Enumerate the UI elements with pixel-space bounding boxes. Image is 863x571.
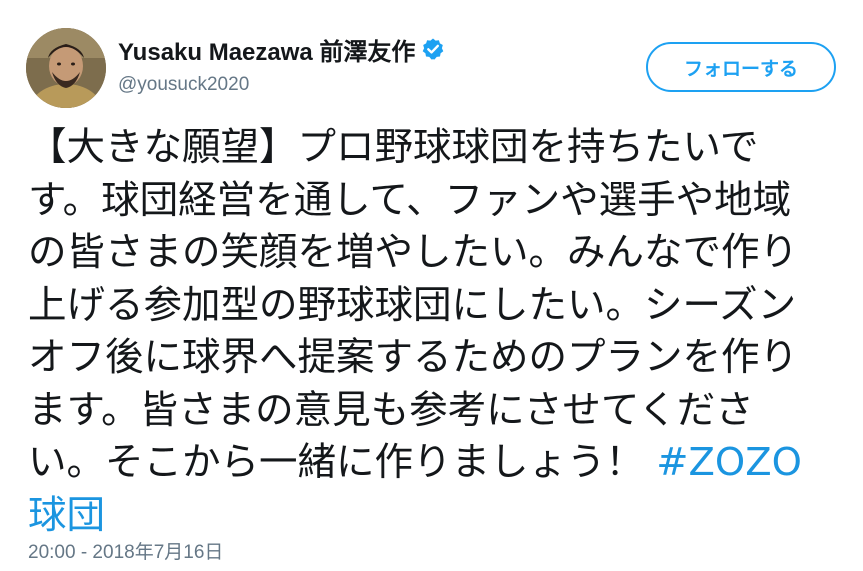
tweet-line: 球団: [28, 490, 858, 543]
tweet-line: い。そこから一緒に作りましょう！ #ZOZO: [28, 437, 858, 490]
tweet-text: 【大きな願望】プロ野球球団を持ちたいで す。球団経営を通して、ファンや選手や地域…: [28, 122, 858, 542]
tweet-card: Yusaku Maezawa 前澤友作 @yousuck2020 フォローする …: [0, 0, 863, 571]
avatar-photo: [26, 28, 106, 108]
display-name[interactable]: Yusaku Maezawa 前澤友作: [118, 32, 415, 67]
tweet-line: 上げる参加型の野球球団にしたい。シーズン: [28, 282, 797, 328]
user-handle[interactable]: @yousuck2020: [118, 74, 638, 96]
hashtag-link[interactable]: #ZOZO: [656, 440, 802, 485]
tweet-timestamp[interactable]: 20:00 - 2018年7月16日: [28, 537, 223, 564]
avatar[interactable]: [26, 28, 106, 108]
hashtag-link-continued[interactable]: 球団: [28, 493, 105, 538]
tweet-line: す。球団経営を通して、ファンや選手や地域: [28, 177, 792, 223]
tweet-line: オフ後に球界へ提案するためのプランを作り: [28, 335, 799, 380]
tweet-line-text: い。そこから一緒に作りましょう！: [28, 440, 645, 485]
tweet-header: Yusaku Maezawa 前澤友作 @yousuck2020: [118, 32, 638, 96]
tweet-line: の皆さまの笑顔を増やしたい。みんなで作り: [28, 230, 799, 275]
follow-button[interactable]: フォローする: [646, 42, 836, 92]
verified-badge-icon: [421, 37, 445, 61]
name-row: Yusaku Maezawa 前澤友作: [118, 32, 638, 66]
tweet-line: 【大きな願望】プロ野球球団を持ちたいで: [28, 125, 759, 170]
tweet-line: ます。皆さまの意見も参考にさせてくださ: [28, 387, 754, 433]
